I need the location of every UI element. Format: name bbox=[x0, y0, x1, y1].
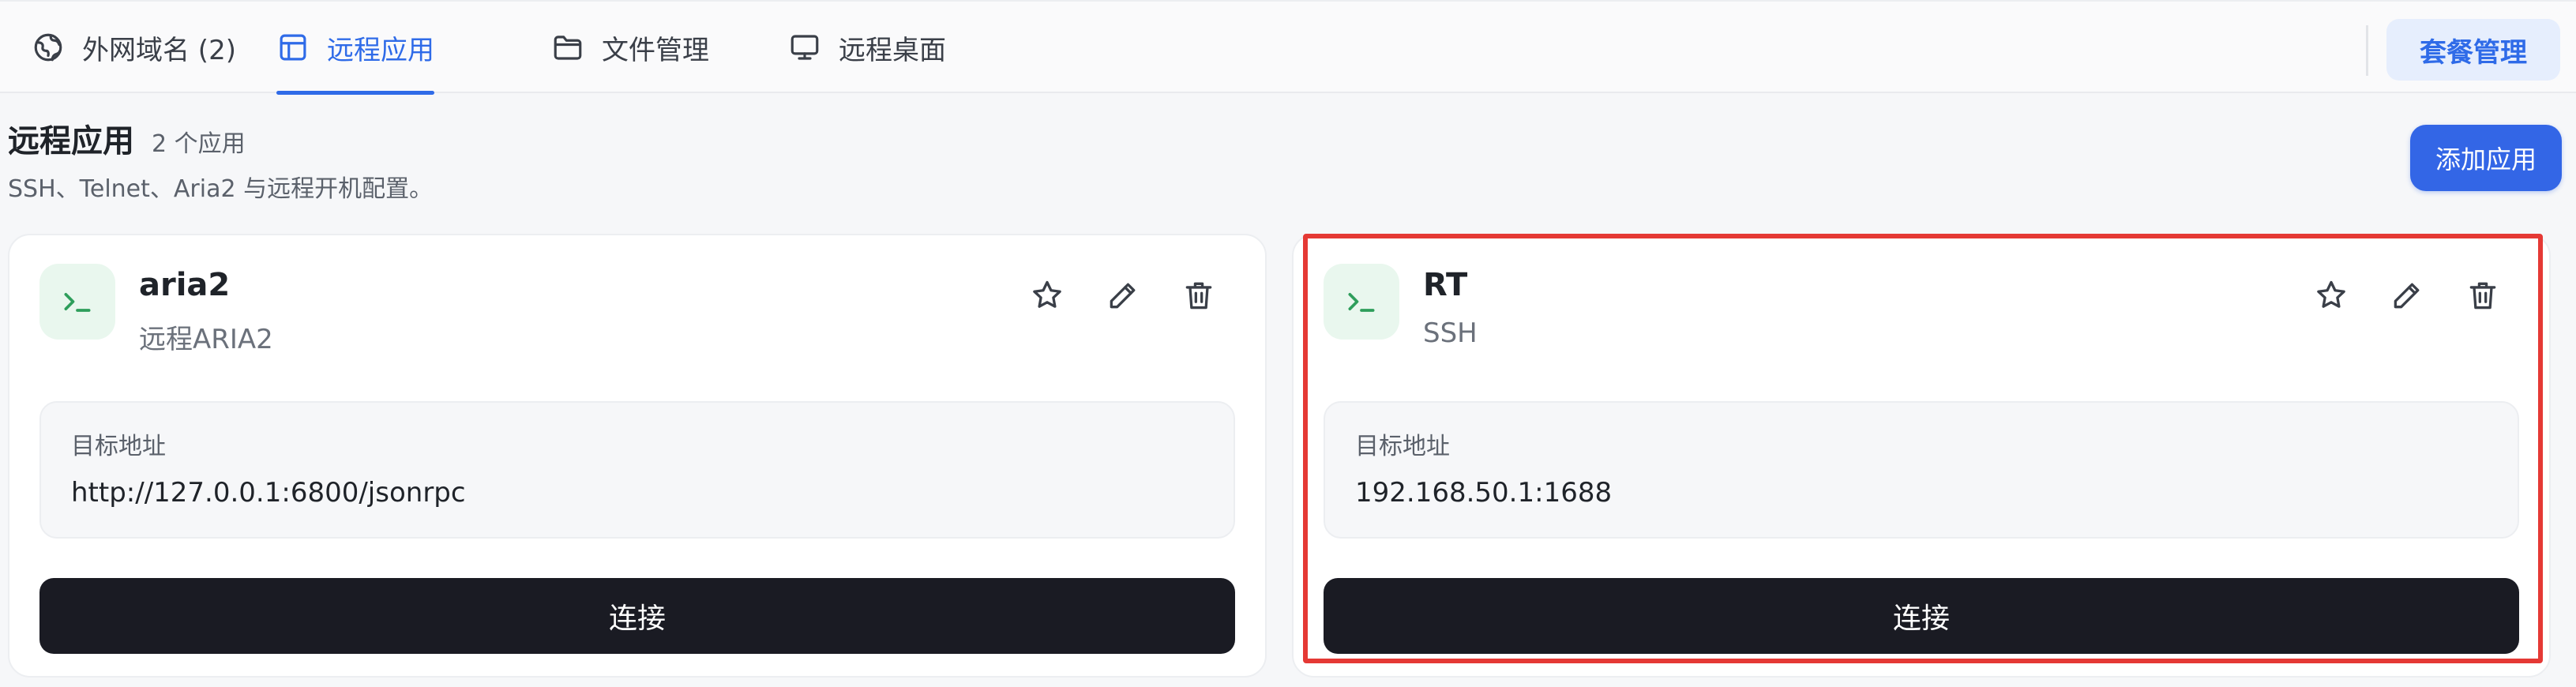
layout-icon bbox=[280, 34, 306, 61]
app-card-rt: RT SSH 目标地址 192.168.50.1:1688 连接 bbox=[1292, 234, 2551, 678]
edit-button[interactable] bbox=[1102, 275, 1143, 316]
edit-button[interactable] bbox=[2386, 275, 2428, 316]
trash-icon bbox=[2469, 282, 2496, 310]
section-description: SSH、Telnet、Aria2 与远程开机配置。 bbox=[8, 175, 434, 203]
monitor-icon bbox=[790, 35, 819, 60]
plan-management-button[interactable]: 套餐管理 bbox=[2386, 19, 2560, 81]
address-value: http://127.0.0.1:6800/jsonrpc bbox=[71, 477, 466, 509]
tab-label: 远程桌面 bbox=[839, 34, 946, 66]
topbar-divider bbox=[2366, 25, 2368, 76]
section-header: 远程应用 2 个应用 bbox=[8, 115, 246, 161]
trash-icon bbox=[1185, 282, 1212, 310]
app-icon bbox=[39, 264, 115, 340]
star-icon bbox=[1033, 280, 1061, 308]
favorite-button[interactable] bbox=[2311, 275, 2352, 316]
tab-remote-desktop[interactable]: 远程桌面 bbox=[788, 2, 946, 93]
card-actions bbox=[992, 275, 1219, 316]
tab-domains[interactable]: 外网域名 (2) bbox=[32, 2, 236, 93]
star-icon bbox=[2317, 280, 2345, 308]
app-type: 远程ARIA2 bbox=[139, 324, 273, 355]
app-card-aria2: aria2 远程ARIA2 目标地址 http://127.0.0.1:6800… bbox=[8, 234, 1267, 678]
address-label: 目标地址 bbox=[1355, 433, 1450, 460]
app-name: RT bbox=[1423, 267, 1468, 303]
connect-button[interactable]: 连接 bbox=[1324, 578, 2519, 654]
terminal-icon bbox=[64, 293, 91, 312]
tab-label: 文件管理 bbox=[602, 34, 709, 66]
target-address-box: 目标地址 192.168.50.1:1688 bbox=[1324, 401, 2519, 539]
favorite-button[interactable] bbox=[1027, 275, 1068, 316]
app-icon bbox=[1324, 264, 1399, 340]
card-actions bbox=[2276, 275, 2503, 316]
app-type: SSH bbox=[1423, 317, 1478, 349]
connect-button[interactable]: 连接 bbox=[39, 578, 1235, 654]
tab-label: 远程应用 bbox=[327, 34, 434, 66]
terminal-icon bbox=[1348, 293, 1375, 312]
delete-button[interactable] bbox=[1178, 275, 1219, 316]
tab-file-manager[interactable]: 文件管理 bbox=[551, 2, 709, 93]
folder-icon bbox=[554, 36, 582, 60]
target-address-box: 目标地址 http://127.0.0.1:6800/jsonrpc bbox=[39, 401, 1235, 539]
address-value: 192.168.50.1:1688 bbox=[1355, 477, 1613, 509]
add-app-button[interactable]: 添加应用 bbox=[2410, 125, 2562, 191]
delete-button[interactable] bbox=[2462, 275, 2503, 316]
page-title: 远程应用 bbox=[8, 123, 134, 160]
top-tab-bar: 外网域名 (2) 远程应用 文件管理 远程桌面 套餐管理 bbox=[0, 0, 2576, 95]
tab-remote-apps[interactable]: 远程应用 bbox=[276, 2, 434, 95]
app-count: 2 个应用 bbox=[152, 130, 246, 158]
pencil-icon bbox=[1110, 283, 1136, 309]
globe-icon bbox=[34, 33, 62, 62]
tab-label: 外网域名 (2) bbox=[82, 34, 236, 66]
address-label: 目标地址 bbox=[71, 433, 166, 460]
pencil-icon bbox=[2394, 283, 2420, 309]
app-name: aria2 bbox=[139, 267, 231, 303]
